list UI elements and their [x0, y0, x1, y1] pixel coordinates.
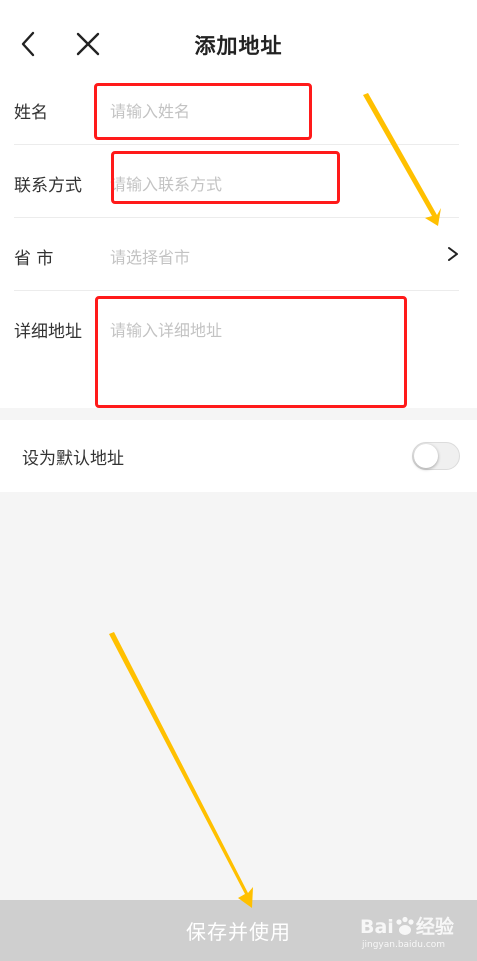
name-label: 姓名: [14, 103, 48, 123]
watermark-url: jingyan.baidu.com: [362, 940, 446, 950]
region-label: 省 市: [14, 249, 54, 269]
region-row[interactable]: 省 市 请选择省市: [0, 218, 477, 290]
watermark-brand-left: Bai: [360, 916, 394, 938]
baidu-jingyan-watermark: Bai 经验 jingyan.baidu.com: [360, 910, 472, 956]
chevron-right-icon: [448, 247, 458, 261]
highlight-box-name: [94, 83, 312, 140]
toggle-knob: [414, 444, 438, 468]
arrow-to-save: [109, 632, 253, 908]
phone-label: 联系方式: [14, 176, 82, 196]
detail-label: 详细地址: [14, 322, 82, 342]
highlight-box-detail: [95, 296, 407, 408]
default-address-row: 设为默认地址: [0, 420, 477, 492]
save-and-use-label: 保存并使用: [186, 920, 291, 944]
default-address-toggle[interactable]: [412, 442, 460, 470]
paw-icon: [396, 916, 414, 935]
default-address-label: 设为默认地址: [22, 449, 124, 469]
highlight-box-phone: [111, 151, 340, 204]
watermark-brand-right: 经验: [415, 916, 454, 938]
page-title: 添加地址: [194, 34, 283, 58]
region-select[interactable]: 请选择省市: [110, 244, 190, 268]
